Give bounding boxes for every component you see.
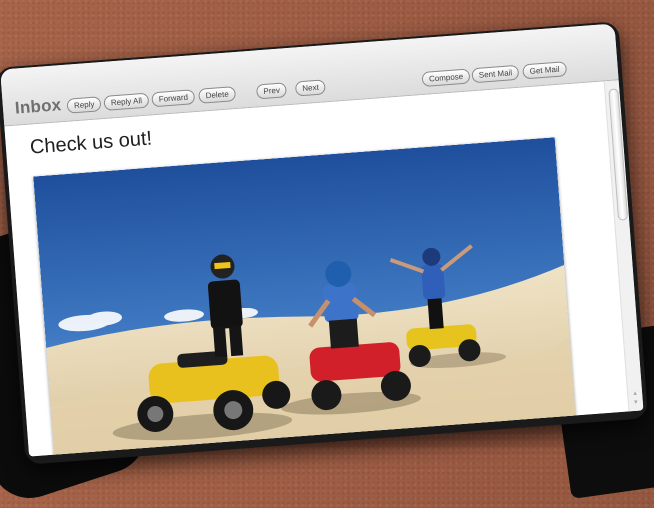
message-body: Check us out! — [4, 81, 630, 457]
next-button[interactable]: Next — [294, 79, 327, 97]
prev-button[interactable]: Prev — [255, 82, 288, 100]
folder-title: Inbox — [14, 95, 62, 118]
sent-mail-button[interactable]: Sent Mail — [471, 64, 520, 84]
mail-window: Inbox Reply Reply All Forward Delete Pre… — [0, 23, 644, 457]
scroll-down-arrow-icon[interactable]: ▼ — [633, 400, 639, 406]
get-mail-button[interactable]: Get Mail — [522, 61, 567, 80]
attached-photo — [33, 137, 577, 457]
reply-all-button[interactable]: Reply All — [103, 92, 150, 111]
device-frame: Inbox Reply Reply All Forward Delete Pre… — [0, 21, 649, 465]
scroll-up-arrow-icon[interactable]: ▲ — [632, 391, 638, 397]
delete-button[interactable]: Delete — [198, 86, 237, 104]
forward-button[interactable]: Forward — [151, 89, 196, 108]
message-subject: Check us out! — [29, 127, 153, 159]
compose-button[interactable]: Compose — [421, 68, 471, 88]
reply-button[interactable]: Reply — [66, 96, 102, 114]
atv-dunes-image — [33, 137, 577, 457]
